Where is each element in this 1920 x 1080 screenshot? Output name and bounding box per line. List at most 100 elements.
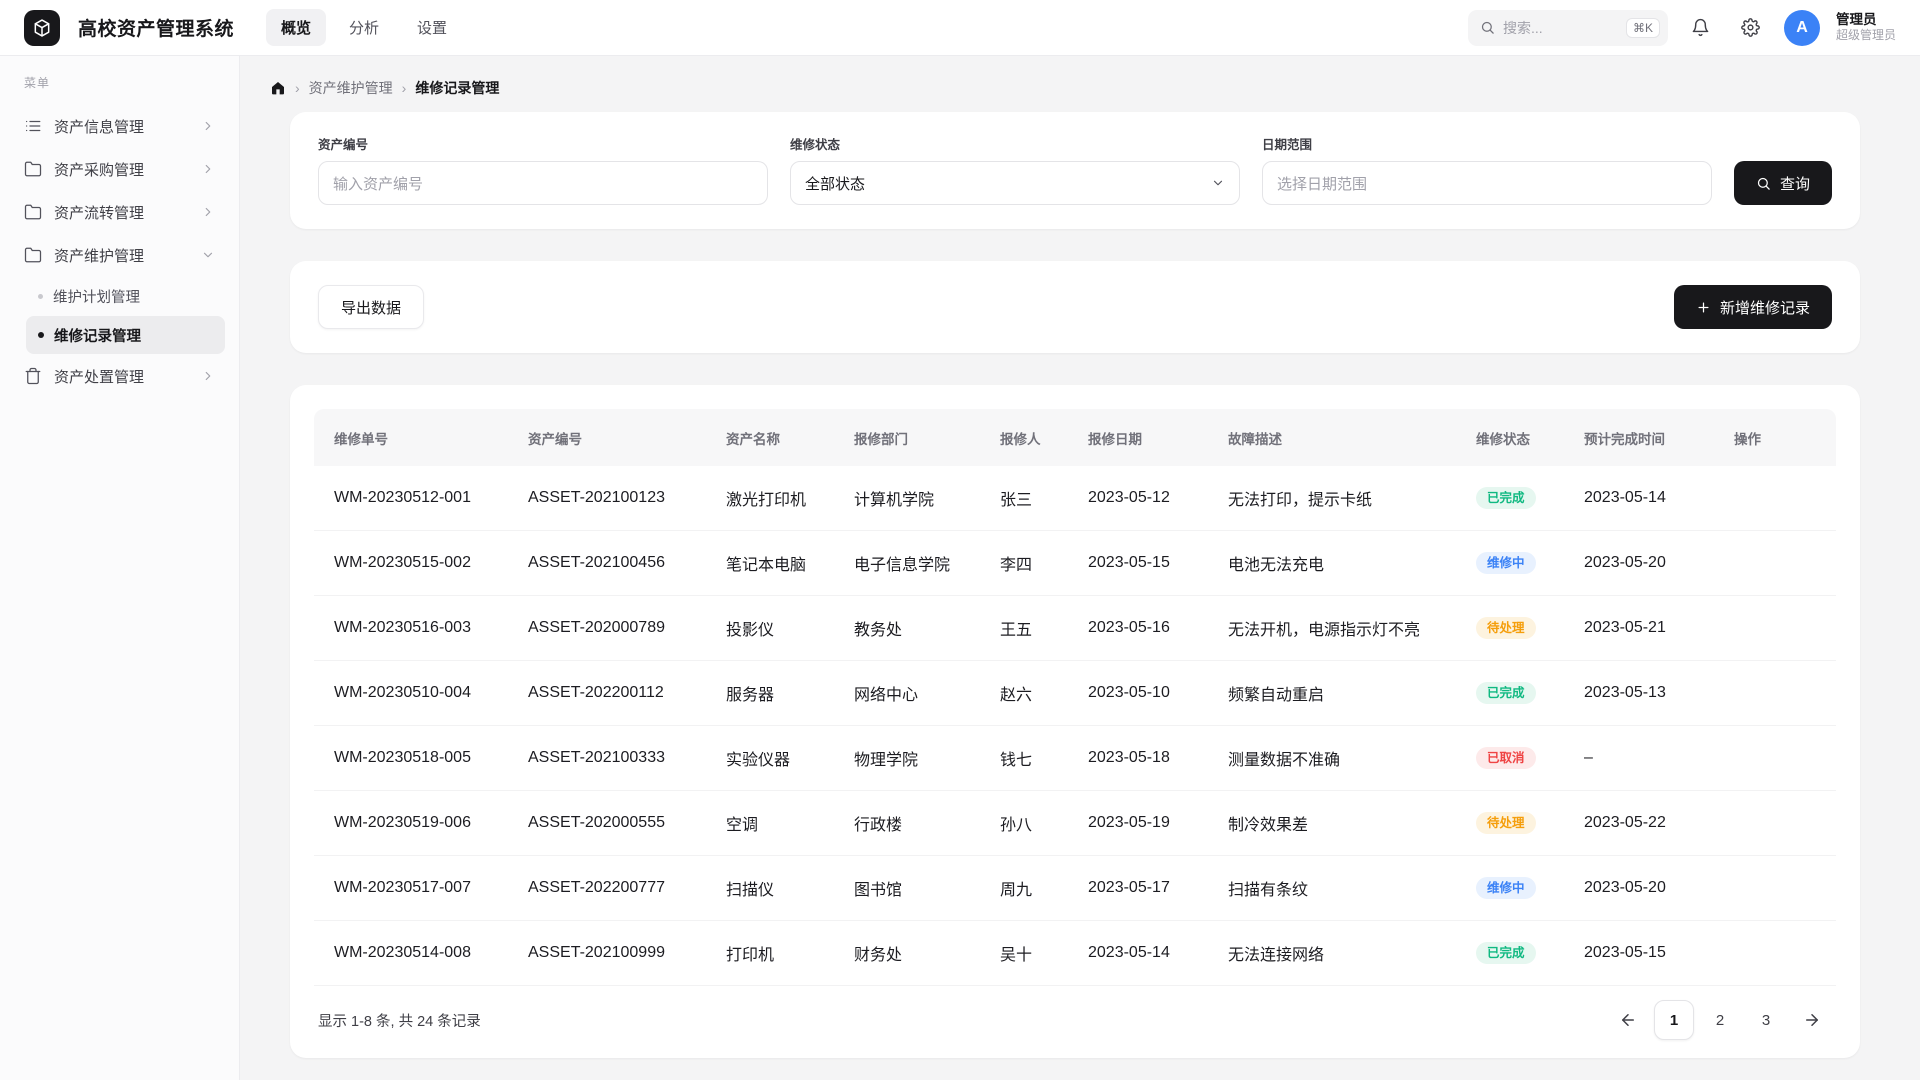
- folder-icon: [24, 160, 42, 178]
- cell-reporter: 吴十: [984, 941, 1072, 965]
- sidebar-item-label: 资产流转管理: [54, 202, 189, 223]
- sidebar: 菜单 资产信息管理 资产采购管理 资产流转管理 资产维护管理 维护计划管理 维修…: [0, 56, 240, 1080]
- top-nav: 概览分析设置: [266, 9, 462, 46]
- table-row[interactable]: WM-20230518-005 ASSET-202100333 实验仪器 物理学…: [314, 726, 1836, 791]
- user-name: 管理员: [1836, 12, 1896, 29]
- breadcrumb-separator: ›: [402, 80, 407, 96]
- table-row[interactable]: WM-20230510-004 ASSET-202200112 服务器 网络中心…: [314, 661, 1836, 726]
- status-label: 维修状态: [790, 134, 1240, 153]
- cell-department: 网络中心: [838, 681, 984, 705]
- page-button[interactable]: 3: [1746, 1000, 1786, 1040]
- sidebar-subitem[interactable]: 维护计划管理: [26, 277, 225, 315]
- breadcrumb: ›资产维护管理›维修记录管理: [240, 56, 1920, 98]
- cell-issue: 无法打印，提示卡纸: [1212, 486, 1460, 510]
- cell-asset-code: ASSET-202100123: [512, 489, 710, 507]
- status-badge: 维修中: [1476, 552, 1536, 575]
- user-meta: 管理员 超级管理员: [1836, 12, 1896, 44]
- sidebar-item-label: 资产采购管理: [54, 159, 189, 180]
- table-row[interactable]: WM-20230519-006 ASSET-202000555 空调 行政楼 孙…: [314, 791, 1836, 856]
- column-header: 操作: [1718, 428, 1836, 448]
- cell-asset-code: ASSET-202000789: [512, 619, 710, 637]
- cell-issue: 无法连接网络: [1212, 941, 1460, 965]
- sidebar-menu: 资产信息管理 资产采购管理 资产流转管理 资产维护管理 维护计划管理 维修记录管…: [14, 105, 225, 397]
- cell-eta: 2023-05-21: [1568, 619, 1718, 637]
- cell-report-date: 2023-05-17: [1072, 879, 1212, 897]
- chevron-right-icon: [201, 369, 215, 383]
- cell-reporter: 赵六: [984, 681, 1072, 705]
- cell-issue: 无法开机，电源指示灯不亮: [1212, 616, 1460, 640]
- top-nav-item[interactable]: 设置: [402, 9, 462, 46]
- export-button[interactable]: 导出数据: [318, 285, 424, 329]
- table-row[interactable]: WM-20230515-002 ASSET-202100456 笔记本电脑 电子…: [314, 531, 1836, 596]
- arrow-left-icon: [1619, 1011, 1637, 1029]
- cell-asset-name: 扫描仪: [710, 876, 838, 900]
- column-header: 资产名称: [710, 428, 838, 448]
- cell-status: 已完成: [1460, 487, 1568, 510]
- page-button[interactable]: 2: [1700, 1000, 1740, 1040]
- cell-report-date: 2023-05-19: [1072, 814, 1212, 832]
- sidebar-item[interactable]: 资产维护管理: [14, 234, 225, 276]
- trash-icon: [24, 367, 42, 385]
- cell-asset-name: 空调: [710, 811, 838, 835]
- column-header: 资产编号: [512, 428, 710, 448]
- page-button[interactable]: 1: [1654, 1000, 1694, 1040]
- asset-code-input[interactable]: 输入资产编号: [318, 161, 768, 205]
- status-select[interactable]: 全部状态: [790, 161, 1240, 205]
- sidebar-item[interactable]: 资产流转管理: [14, 191, 225, 233]
- cell-status: 已完成: [1460, 942, 1568, 965]
- cell-reporter: 王五: [984, 616, 1072, 640]
- table-row[interactable]: WM-20230516-003 ASSET-202000789 投影仪 教务处 …: [314, 596, 1836, 661]
- toolbar-card: 导出数据 新增维修记录: [290, 261, 1860, 353]
- top-nav-item[interactable]: 概览: [266, 9, 326, 46]
- top-nav-item[interactable]: 分析: [334, 9, 394, 46]
- cell-asset-name: 实验仪器: [710, 746, 838, 770]
- cell-status: 已取消: [1460, 747, 1568, 770]
- notifications-button[interactable]: [1684, 11, 1718, 45]
- date-range-label: 日期范围: [1262, 134, 1712, 153]
- search-input[interactable]: 搜索... ⌘K: [1468, 10, 1668, 46]
- status-select-value: 全部状态: [805, 173, 865, 194]
- column-header: 故障描述: [1212, 428, 1460, 448]
- cell-department: 物理学院: [838, 746, 984, 770]
- pagination-summary: 显示 1-8 条, 共 24 条记录: [318, 1010, 481, 1031]
- table-row[interactable]: WM-20230512-001 ASSET-202100123 激光打印机 计算…: [314, 466, 1836, 531]
- add-record-label: 新增维修记录: [1720, 297, 1810, 318]
- home-icon[interactable]: [270, 80, 286, 96]
- cell-eta: 2023-05-14: [1568, 489, 1718, 507]
- next-page-button[interactable]: [1792, 1000, 1832, 1040]
- prev-page-button[interactable]: [1608, 1000, 1648, 1040]
- settings-button[interactable]: [1734, 11, 1768, 45]
- column-header: 报修部门: [838, 428, 984, 448]
- bell-icon: [1691, 18, 1710, 37]
- cell-reporter: 张三: [984, 486, 1072, 510]
- table-row[interactable]: WM-20230517-007 ASSET-202200777 扫描仪 图书馆 …: [314, 856, 1836, 921]
- cube-icon: [32, 18, 52, 38]
- app-header: 高校资产管理系统 概览分析设置 搜索... ⌘K A 管理员 超级管理员: [0, 0, 1920, 56]
- sidebar-item[interactable]: 资产信息管理: [14, 105, 225, 147]
- folder-icon: [24, 203, 42, 221]
- cell-id: WM-20230518-005: [314, 749, 512, 767]
- cell-asset-name: 服务器: [710, 681, 838, 705]
- cell-eta: 2023-05-20: [1568, 554, 1718, 572]
- add-record-button[interactable]: 新增维修记录: [1674, 285, 1832, 329]
- avatar[interactable]: A: [1784, 10, 1820, 46]
- cell-issue: 扫描有条纹: [1212, 876, 1460, 900]
- sidebar-item[interactable]: 资产处置管理: [14, 355, 225, 397]
- cell-asset-code: ASSET-202200777: [512, 879, 710, 897]
- search-icon: [1756, 176, 1771, 191]
- status-badge: 已完成: [1476, 487, 1536, 510]
- cell-id: WM-20230510-004: [314, 684, 512, 702]
- cell-department: 行政楼: [838, 811, 984, 835]
- query-button[interactable]: 查询: [1734, 161, 1832, 205]
- status-badge: 已完成: [1476, 942, 1536, 965]
- cell-department: 财务处: [838, 941, 984, 965]
- cell-id: WM-20230516-003: [314, 619, 512, 637]
- table-row[interactable]: WM-20230514-008 ASSET-202100999 打印机 财务处 …: [314, 921, 1836, 986]
- sidebar-subitem-label: 维护计划管理: [53, 286, 140, 307]
- breadcrumb-item[interactable]: 资产维护管理: [309, 78, 393, 98]
- sidebar-item[interactable]: 资产采购管理: [14, 148, 225, 190]
- date-range-input[interactable]: 选择日期范围: [1262, 161, 1712, 205]
- sidebar-subitem[interactable]: 维修记录管理: [26, 316, 225, 354]
- sidebar-item-label: 资产处置管理: [54, 366, 189, 387]
- breadcrumb-item[interactable]: 维修记录管理: [415, 78, 499, 98]
